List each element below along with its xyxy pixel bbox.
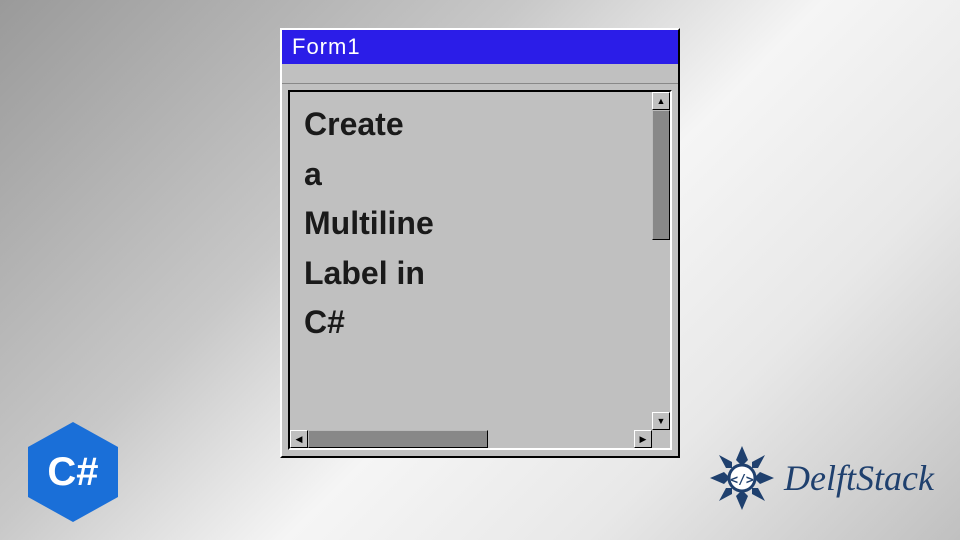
vertical-scrollbar[interactable]: ▲ ▼ (652, 92, 670, 430)
csharp-label: C# (47, 450, 98, 495)
csharp-logo: C# (28, 422, 118, 522)
scroll-left-button[interactable]: ◀ (290, 430, 308, 448)
content-area: Create a Multiline Label in C# (290, 92, 652, 430)
chevron-up-icon: ▲ (657, 96, 666, 106)
menubar (282, 64, 678, 84)
client-area: Create a Multiline Label in C# ▲ ▼ ◀ (282, 84, 678, 456)
window-title: Form1 (292, 34, 361, 60)
delftstack-logo: </> DelftStack (706, 442, 934, 514)
multiline-label: Create a Multiline Label in C# (304, 100, 638, 348)
flower-icon: </> (706, 442, 778, 514)
horizontal-scrollbar[interactable]: ◀ ▶ (290, 430, 652, 448)
scroll-down-button[interactable]: ▼ (652, 412, 670, 430)
brand-text: DelftStack (784, 457, 934, 499)
scroll-panel: Create a Multiline Label in C# ▲ ▼ ◀ (288, 90, 672, 450)
chevron-down-icon: ▼ (657, 416, 666, 426)
hexagon-icon: C# (28, 422, 118, 522)
chevron-left-icon: ◀ (296, 434, 303, 445)
scroll-up-button[interactable]: ▲ (652, 92, 670, 110)
svg-text:</>: </> (730, 473, 754, 488)
scroll-right-button[interactable]: ▶ (634, 430, 652, 448)
horizontal-scroll-thumb[interactable] (308, 430, 488, 448)
titlebar[interactable]: Form1 (282, 30, 678, 64)
form-window: Form1 Create a Multiline Label in C# ▲ ▼… (280, 28, 680, 458)
scroll-corner (652, 430, 670, 448)
vertical-scroll-thumb[interactable] (652, 110, 670, 240)
chevron-right-icon: ▶ (640, 434, 647, 445)
